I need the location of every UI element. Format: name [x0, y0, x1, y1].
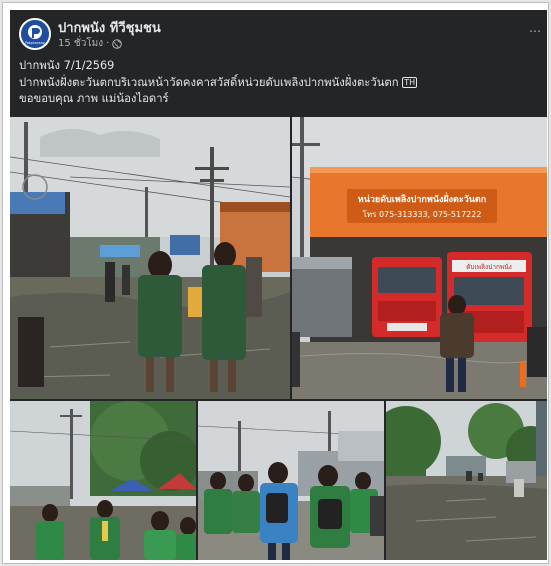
photo-students-tents[interactable] — [10, 401, 196, 560]
post-line-1: ปากพนัง 7/1/2569 — [19, 59, 115, 72]
globe-icon — [112, 38, 123, 49]
page-avatar[interactable]: Pakphanang — [19, 18, 51, 50]
fire-truck-label: ดับเพลิงปากพนัง — [466, 263, 512, 271]
post-line-2-wrap: ปากพนังฝั่งตะวันตกบริเวณหน้าวัดคงคาสวัสด… — [19, 75, 539, 92]
post-time[interactable]: 15 ชั่วโมง — [58, 36, 103, 51]
fire-station-phone: โทร 075-313333, 075-517222 — [363, 209, 482, 219]
facebook-post-card: Pakphanang ปากพนัง ทีวีชุมชน 15 ชั่วโมง … — [10, 10, 547, 560]
more-options-icon[interactable]: ⋯ — [529, 24, 541, 38]
post-header: Pakphanang ปากพนัง ทีวีชุมชน 15 ชั่วโมง … — [10, 10, 547, 58]
post-message: ปากพนัง 7/1/2569 ปากพนังฝั่งตะวันตกบริเว… — [19, 58, 539, 108]
avatar-logo-text: Pakphanang — [25, 41, 45, 45]
language-tag: TH — [402, 76, 418, 88]
photo-flooded-street-students[interactable] — [10, 117, 290, 399]
post-meta: 15 ชั่วโมง · — [58, 36, 123, 51]
photo-students-backpacks[interactable] — [198, 401, 384, 560]
page-name[interactable]: ปากพนัง ทีวีชุมชน — [58, 17, 161, 38]
photo-fire-station-trucks[interactable]: หน่วยดับเพลิงปากพนังฝั่งตะวันตก โทร 075-… — [292, 117, 547, 399]
screenshot-frame: Pakphanang ปากพนัง ทีวีชุมชน 15 ชั่วโมง … — [2, 2, 549, 564]
post-line-3: ขอขอบคุณ ภาพ แม่น้องไอดาร์ — [19, 92, 169, 105]
meta-separator: · — [106, 38, 110, 49]
photo-flooded-road[interactable] — [386, 401, 547, 560]
post-line-2: ปากพนังฝั่งตะวันตกบริเวณหน้าวัดคงคาสวัสด… — [19, 75, 399, 89]
